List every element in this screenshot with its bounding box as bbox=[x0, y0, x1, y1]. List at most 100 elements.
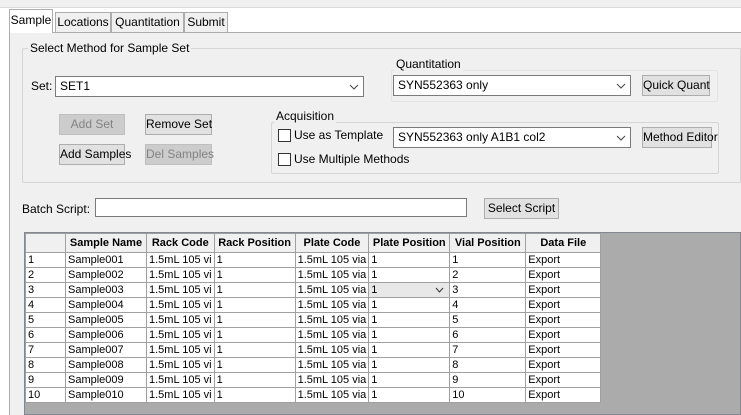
plate-code-cell[interactable]: 1.5mL 105 via bbox=[294, 342, 370, 358]
plate-code-cell[interactable]: 1.5mL 105 via bbox=[294, 312, 370, 328]
select-script-button[interactable]: Select Script bbox=[484, 198, 559, 219]
plate-code-cell[interactable]: 1.5mL 105 via bbox=[294, 297, 370, 313]
column-header[interactable]: Data File bbox=[525, 233, 602, 253]
plate-code-cell[interactable]: 1.5mL 105 via bbox=[294, 387, 370, 403]
plate-position-cell[interactable]: 1 bbox=[368, 342, 451, 358]
rack-position-cell[interactable]: 1 bbox=[213, 312, 296, 328]
rack-position-cell[interactable]: 1 bbox=[213, 282, 296, 298]
plate-position-combo[interactable]: 1 bbox=[371, 283, 447, 297]
data-file-cell[interactable]: Export bbox=[525, 312, 602, 328]
column-header[interactable]: Plate Code bbox=[294, 233, 370, 253]
plate-position-cell[interactable]: 1 bbox=[368, 327, 451, 343]
tab-locations[interactable]: Locations bbox=[55, 12, 111, 32]
row-number[interactable]: 4 bbox=[25, 297, 66, 313]
rack-code-cell[interactable]: 1.5mL 105 vi bbox=[146, 297, 215, 313]
column-header[interactable]: Rack Position bbox=[213, 233, 296, 253]
plate-position-cell[interactable]: 1 bbox=[368, 312, 451, 328]
row-number[interactable]: 7 bbox=[25, 342, 66, 358]
data-file-cell[interactable]: Export bbox=[525, 327, 602, 343]
tab-quantitation[interactable]: Quantitation bbox=[111, 12, 184, 32]
use-multiple-methods-checkbox[interactable] bbox=[278, 153, 291, 166]
vial-position-cell[interactable]: 10 bbox=[449, 387, 527, 403]
sample-name-cell[interactable]: Sample010 bbox=[65, 387, 147, 403]
sample-name-cell[interactable]: Sample007 bbox=[65, 342, 147, 358]
rack-position-cell[interactable]: 1 bbox=[213, 297, 296, 313]
rack-code-cell[interactable]: 1.5mL 105 vi bbox=[146, 327, 215, 343]
tab-submit[interactable]: Submit bbox=[184, 12, 228, 32]
row-number[interactable]: 6 bbox=[25, 327, 66, 343]
vial-position-cell[interactable]: 6 bbox=[449, 327, 527, 343]
table-row[interactable]: 7 Sample007 1.5mL 105 vi 1 1.5mL 105 via… bbox=[25, 342, 602, 358]
table-row[interactable]: 2 Sample002 1.5mL 105 vi 1 1.5mL 105 via… bbox=[25, 267, 602, 283]
rack-code-cell[interactable]: 1.5mL 105 vi bbox=[146, 312, 215, 328]
row-number[interactable]: 8 bbox=[25, 357, 66, 373]
rack-code-cell[interactable]: 1.5mL 105 vi bbox=[146, 252, 215, 268]
row-number[interactable]: 5 bbox=[25, 312, 66, 328]
tab-sample[interactable]: Sample bbox=[9, 9, 53, 33]
add-set-button[interactable]: Add Set bbox=[59, 114, 125, 135]
data-file-cell[interactable]: Export bbox=[525, 252, 602, 268]
sample-name-cell[interactable]: Sample003 bbox=[65, 282, 147, 298]
plate-code-cell[interactable]: 1.5mL 105 via bbox=[294, 252, 370, 268]
rack-position-cell[interactable]: 1 bbox=[213, 327, 296, 343]
sample-name-cell[interactable]: Sample004 bbox=[65, 297, 147, 313]
rack-position-cell[interactable]: 1 bbox=[213, 387, 296, 403]
method-editor-button[interactable]: Method Editor bbox=[642, 127, 718, 148]
set-dropdown[interactable]: SET1 bbox=[55, 76, 364, 97]
plate-code-cell[interactable]: 1.5mL 105 via bbox=[294, 282, 370, 298]
table-row[interactable]: 1 Sample001 1.5mL 105 vi 1 1.5mL 105 via… bbox=[25, 252, 602, 268]
plate-position-cell[interactable]: 1 bbox=[368, 357, 451, 373]
vial-position-cell[interactable]: 9 bbox=[449, 372, 527, 388]
row-number[interactable]: 3 bbox=[25, 282, 66, 298]
rack-code-cell[interactable]: 1.5mL 105 vi bbox=[146, 357, 215, 373]
rack-code-cell[interactable]: 1.5mL 105 vi bbox=[146, 372, 215, 388]
plate-position-cell[interactable]: 1 bbox=[368, 252, 451, 268]
sample-name-cell[interactable]: Sample006 bbox=[65, 327, 147, 343]
table-row[interactable]: 8 Sample008 1.5mL 105 vi 1 1.5mL 105 via… bbox=[25, 357, 602, 373]
vial-position-cell[interactable]: 1 bbox=[449, 252, 527, 268]
quantitation-dropdown[interactable]: SYN552363 only bbox=[393, 75, 631, 96]
sample-name-cell[interactable]: Sample005 bbox=[65, 312, 147, 328]
row-number[interactable]: 2 bbox=[25, 267, 66, 283]
table-row[interactable]: 3 Sample003 1.5mL 105 vi 1 1.5mL 105 via… bbox=[25, 282, 602, 298]
sample-name-cell[interactable]: Sample002 bbox=[65, 267, 147, 283]
plate-position-cell[interactable]: 1 bbox=[368, 372, 451, 388]
table-row[interactable]: 9 Sample009 1.5mL 105 vi 1 1.5mL 105 via… bbox=[25, 372, 602, 388]
sample-name-cell[interactable]: Sample001 bbox=[65, 252, 147, 268]
table-row[interactable]: 6 Sample006 1.5mL 105 vi 1 1.5mL 105 via… bbox=[25, 327, 602, 343]
plate-code-cell[interactable]: 1.5mL 105 via bbox=[294, 327, 370, 343]
remove-set-button[interactable]: Remove Set bbox=[145, 114, 212, 135]
rack-position-cell[interactable]: 1 bbox=[213, 357, 296, 373]
table-row[interactable]: 5 Sample005 1.5mL 105 vi 1 1.5mL 105 via… bbox=[25, 312, 602, 328]
acquisition-method-dropdown[interactable]: SYN552363 only A1B1 col2 bbox=[393, 127, 631, 148]
chevron-down-icon[interactable] bbox=[435, 283, 444, 297]
rack-position-cell[interactable]: 1 bbox=[213, 252, 296, 268]
row-number[interactable]: 1 bbox=[25, 252, 66, 268]
data-file-cell[interactable]: Export bbox=[525, 387, 602, 403]
vial-position-cell[interactable]: 3 bbox=[449, 282, 527, 298]
plate-code-cell[interactable]: 1.5mL 105 via bbox=[294, 357, 370, 373]
column-header[interactable]: Sample Name bbox=[65, 233, 147, 253]
rack-code-cell[interactable]: 1.5mL 105 vi bbox=[146, 342, 215, 358]
batch-script-input[interactable] bbox=[95, 198, 467, 217]
rack-position-cell[interactable]: 1 bbox=[213, 372, 296, 388]
column-header[interactable]: Rack Code bbox=[146, 233, 215, 253]
plate-position-cell[interactable]: 1 bbox=[368, 387, 451, 403]
plate-position-cell-combo[interactable]: 1 bbox=[368, 282, 451, 298]
plate-position-cell[interactable]: 1 bbox=[368, 297, 451, 313]
rack-position-cell[interactable]: 1 bbox=[213, 342, 296, 358]
del-samples-button[interactable]: Del Samples bbox=[145, 144, 214, 165]
vial-position-cell[interactable]: 8 bbox=[449, 357, 527, 373]
row-number[interactable]: 10 bbox=[25, 387, 66, 403]
row-number[interactable]: 9 bbox=[25, 372, 66, 388]
vial-position-cell[interactable]: 2 bbox=[449, 267, 527, 283]
data-file-cell[interactable]: Export bbox=[525, 342, 602, 358]
rack-code-cell[interactable]: 1.5mL 105 vi bbox=[146, 267, 215, 283]
row-header-corner[interactable] bbox=[25, 233, 66, 253]
plate-code-cell[interactable]: 1.5mL 105 via bbox=[294, 267, 370, 283]
data-file-cell[interactable]: Export bbox=[525, 357, 602, 373]
table-row[interactable]: 10 Sample010 1.5mL 105 vi 1 1.5mL 105 vi… bbox=[25, 387, 602, 403]
data-file-cell[interactable]: Export bbox=[525, 372, 602, 388]
vial-position-cell[interactable]: 5 bbox=[449, 312, 527, 328]
vial-position-cell[interactable]: 7 bbox=[449, 342, 527, 358]
